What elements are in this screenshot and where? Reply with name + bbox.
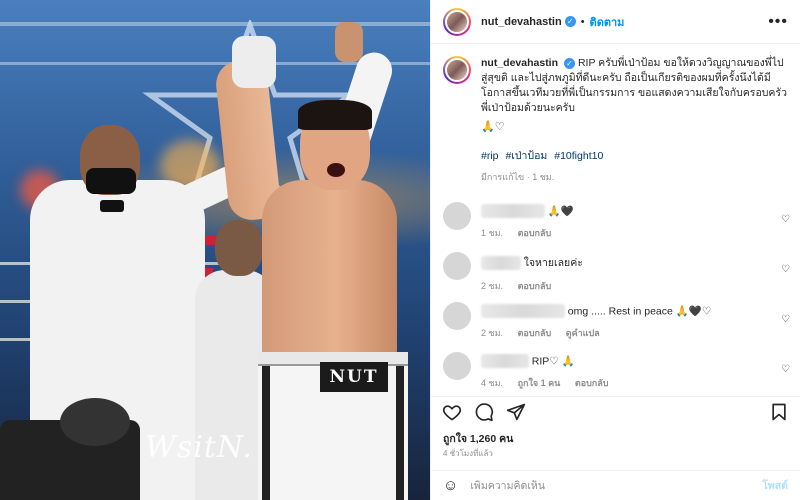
trunks-stripe [396,352,404,500]
hashtag-list: #rip #เป่าป้อม #10fight10 [481,147,788,164]
caption-username[interactable]: nut_devahastin [481,57,558,69]
commenter-avatar[interactable] [443,302,471,330]
comments-scroll[interactable]: nut_devahastin ✓ RIP ครับพี่เป่าป้อม ขอให… [431,44,800,392]
post-photo[interactable]: SALE NUT WsitN. [0,0,430,500]
hashtag-link[interactable]: #10fight10 [554,150,603,162]
more-icon[interactable]: ••• [768,13,788,31]
likes-count[interactable]: ถูกใจ 1,260 คน [443,430,513,447]
comment-text: ใจหายเลยค่ะ [523,257,583,269]
comment-time: 2 ชม. [481,328,504,338]
comment-heart-icon[interactable]: ♡ [781,314,790,325]
comment-text: 🙏🖤 [547,205,574,218]
action-bar [431,396,800,426]
corner-person-head [215,220,263,276]
comment-heart-icon[interactable]: ♡ [781,214,790,225]
profile-avatar[interactable] [443,7,471,36]
header-username[interactable]: nut_devahastin [481,16,562,28]
blurred-username [481,204,545,218]
post-header: nut_devahastin ✓ • ติดตาม ••• [431,0,800,44]
header-separator: • [580,15,585,28]
caption: nut_devahastin ✓ RIP ครับพี่เป่าป้อม ขอให… [431,44,800,184]
comment-meta: 4 ชม. ถูกใจ 1 คน ตอบกลับ [481,376,788,390]
hand-wrap [232,36,276,88]
post-comment-button[interactable]: โพสต์ [762,477,788,494]
blurred-username [481,255,521,270]
referee-mask [86,168,136,194]
hashtag-link[interactable]: #rip [481,150,499,162]
heart-icon [442,404,462,420]
comment-item: RIP♡ 🙏 4 ชม. ถูกใจ 1 คน ตอบกลับ ♡ [431,346,800,392]
comment-meta: 2 ชม. ตอบกลับ [481,279,788,293]
bookmark-icon [772,403,786,420]
fighter-hair [298,100,372,130]
photographer-watermark: WsitN. [145,430,253,465]
comment-body: 🙏🖤 1 ชม. ตอบกลับ [481,196,788,246]
comment-time: 4 ชม. [481,378,504,388]
comment-text: omg ..... Rest in peace 🙏🖤♡ [567,305,712,318]
caption-avatar[interactable] [443,56,471,84]
emoji-icon[interactable]: ☺ [443,477,458,494]
see-translation-button[interactable]: ดูคำแปล [566,328,600,338]
blurred-username [481,354,529,368]
comment-heart-icon[interactable]: ♡ [781,264,790,275]
comment-body: RIP♡ 🙏 4 ชม. ถูกใจ 1 คน ตอบกลับ [481,346,788,392]
caption-text-block: nut_devahastin ✓ RIP ครับพี่เป่าป้อม ขอให… [481,56,788,116]
reply-button[interactable]: ตอบกลับ [518,328,552,338]
avatar-image [445,58,469,82]
camera-lens [60,398,130,446]
comment-item: 🙏🖤 1 ชม. ตอบกลับ ♡ [431,196,800,246]
trunks-stripe [262,352,270,500]
comment-body: ใจหายเลยค่ะ 2 ชม. ตอบกลับ [481,246,788,296]
post-view: SALE NUT WsitN. nut_devahastin ✓ • [0,0,800,500]
comment-body: omg ..... Rest in peace 🙏🖤♡ 2 ชม. ตอบกลั… [481,296,788,346]
post-details-panel: nut_devahastin ✓ • ติดตาม ••• nut_devaha… [430,0,800,500]
follow-button[interactable]: ติดตาม [590,13,625,31]
avatar-image [445,9,469,34]
reply-button[interactable]: ตอบกลับ [518,281,552,291]
comment-meta: 1 ชม. ตอบกลับ [481,226,788,240]
commenter-avatar[interactable] [443,352,471,380]
trunks-name: NUT [320,362,388,392]
comment-meta: 2 ชม. ตอบกลับ ดูคำแปล [481,326,788,340]
referee-bowtie [100,200,124,212]
raised-fist [335,22,363,62]
comment-button[interactable] [473,401,495,423]
caption-emoji: 🙏♡ [481,121,505,133]
verified-icon: ✓ [564,57,576,69]
reply-button[interactable]: ตอบกลับ [518,228,552,238]
verified-icon: ✓ [564,16,576,27]
share-icon [506,403,526,420]
comment-item: omg ..... Rest in peace 🙏🖤♡ 2 ชม. ตอบกลั… [431,296,800,346]
comment-time: 1 ชม. [481,228,504,238]
comment-input[interactable] [470,479,763,492]
share-button[interactable] [505,401,527,423]
post-time: 4 ชั่วโมงที่แล้ว [443,449,493,458]
fighter-torso [262,180,397,370]
comment-composer: ☺ โพสต์ [431,470,800,500]
comment-likes-count[interactable]: ถูกใจ 1 คน [518,378,561,388]
comment-text: RIP♡ 🙏 [531,355,575,368]
comment-time: 2 ชม. [481,281,504,291]
reply-button[interactable]: ตอบกลับ [575,378,609,388]
hashtag-link[interactable]: #เป่าป้อม [505,150,547,162]
comment-heart-icon[interactable]: ♡ [781,364,790,375]
caption-meta: มีการแก้ไข · 1 ชม. [481,172,555,182]
like-button[interactable] [441,401,463,423]
comment-icon [475,402,494,421]
commenter-avatar[interactable] [443,252,471,280]
save-button[interactable] [768,401,790,423]
caption-body: nut_devahastin ✓ RIP ครับพี่เป่าป้อม ขอให… [481,56,788,184]
light-truss [0,22,430,26]
fighter-mouth [327,163,345,177]
commenter-avatar[interactable] [443,202,471,230]
comment-item: ใจหายเลยค่ะ 2 ชม. ตอบกลับ ♡ [431,246,800,296]
blurred-username [481,304,565,318]
